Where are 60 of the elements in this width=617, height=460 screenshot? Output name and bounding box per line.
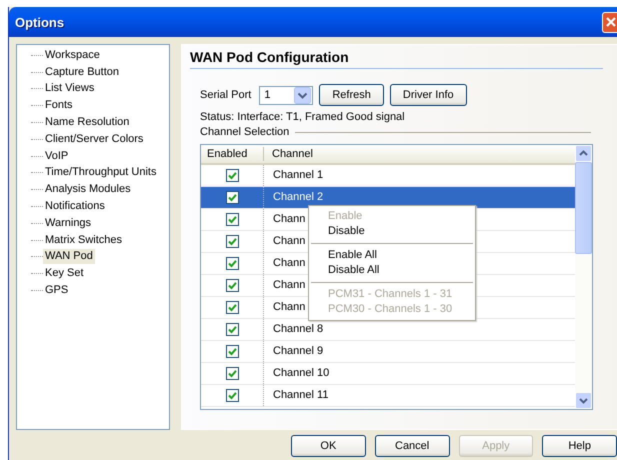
dialog-button[interactable]: OK bbox=[291, 435, 366, 457]
toolbar-button[interactable]: Refresh bbox=[319, 84, 384, 106]
group-label: Channel Selection bbox=[200, 126, 290, 138]
tree-item[interactable]: Client/Server Colors bbox=[43, 132, 146, 147]
table-cell-text: Chann bbox=[272, 212, 306, 227]
serial-port-dropdown[interactable]: 1 bbox=[259, 86, 314, 104]
tree-item[interactable]: Fonts bbox=[43, 98, 75, 114]
table-row[interactable]: Channel 11 bbox=[201, 385, 575, 407]
table-cell-text: Channel 11 bbox=[272, 388, 328, 403]
tree-item[interactable]: Analysis Modules bbox=[43, 182, 133, 198]
tree-item[interactable]: GPS bbox=[43, 283, 70, 298]
tree-item[interactable]: Time/Throughput Units bbox=[43, 165, 158, 180]
table-cell-text: Channel 9 bbox=[272, 344, 324, 359]
table-row[interactable]: Channel 10 bbox=[201, 363, 575, 385]
tree-item[interactable]: List Views bbox=[43, 81, 96, 96]
tree-item[interactable]: Warnings bbox=[43, 216, 94, 231]
column-header[interactable]: Enabled bbox=[201, 147, 264, 161]
table-cell-text: Channel 2 bbox=[272, 190, 324, 205]
table-row[interactable]: Channel 9 bbox=[201, 341, 575, 363]
menu-item[interactable]: Disable All bbox=[309, 263, 475, 278]
tree-item[interactable]: VoIP bbox=[43, 148, 70, 164]
checkbox[interactable] bbox=[226, 213, 238, 226]
scroll-thumb[interactable] bbox=[575, 162, 592, 254]
checkbox[interactable] bbox=[226, 257, 238, 270]
checkbox[interactable] bbox=[226, 301, 238, 314]
table-cell-text: Channel 10 bbox=[272, 366, 330, 381]
panel-title: WAN Pod Configuration bbox=[190, 49, 603, 69]
table-cell-text: Channel 8 bbox=[272, 322, 324, 337]
table-cell-text: Chann bbox=[272, 234, 306, 249]
table-row[interactable]: Channel 2 bbox=[201, 187, 575, 209]
checkbox[interactable] bbox=[226, 169, 238, 182]
table-cell-text: Chann bbox=[272, 256, 306, 271]
tree-item[interactable]: Capture Button bbox=[43, 64, 121, 80]
toolbar-button[interactable]: Driver Info bbox=[390, 84, 467, 106]
table-cell-text: Chann bbox=[272, 278, 306, 293]
table-cell-text: Chann bbox=[272, 300, 306, 315]
tree-item[interactable]: Name Resolution bbox=[43, 115, 132, 130]
column-header[interactable]: Channel bbox=[264, 145, 313, 163]
checkbox[interactable] bbox=[226, 345, 238, 358]
scroll-up-button[interactable] bbox=[575, 145, 592, 162]
close-button[interactable] bbox=[602, 12, 617, 32]
tree-item[interactable]: Notifications bbox=[43, 199, 107, 214]
table-cell-text: Channel 1 bbox=[272, 168, 324, 183]
tree-item[interactable]: Key Set bbox=[43, 266, 86, 282]
checkbox[interactable] bbox=[226, 191, 238, 204]
dialog-button[interactable]: Cancel bbox=[374, 435, 450, 457]
scrollbar[interactable] bbox=[575, 145, 592, 409]
window-title: Options bbox=[15, 14, 64, 30]
checkbox[interactable] bbox=[226, 323, 238, 336]
field-label: Serial Port bbox=[200, 89, 252, 101]
dialog-button[interactable]: Help bbox=[542, 435, 617, 457]
checkbox[interactable] bbox=[226, 279, 238, 292]
tree-item[interactable]: Matrix Switches bbox=[43, 232, 124, 248]
checkbox[interactable] bbox=[226, 389, 238, 402]
tree-item[interactable]: Workspace bbox=[43, 48, 102, 63]
checkbox[interactable] bbox=[226, 235, 238, 248]
status-text: Status: Interface: T1, Framed Good signal bbox=[200, 111, 406, 123]
scroll-down-button[interactable] bbox=[575, 392, 592, 409]
tree-item[interactable]: WAN Pod bbox=[43, 249, 95, 264]
checkbox[interactable] bbox=[226, 367, 238, 380]
